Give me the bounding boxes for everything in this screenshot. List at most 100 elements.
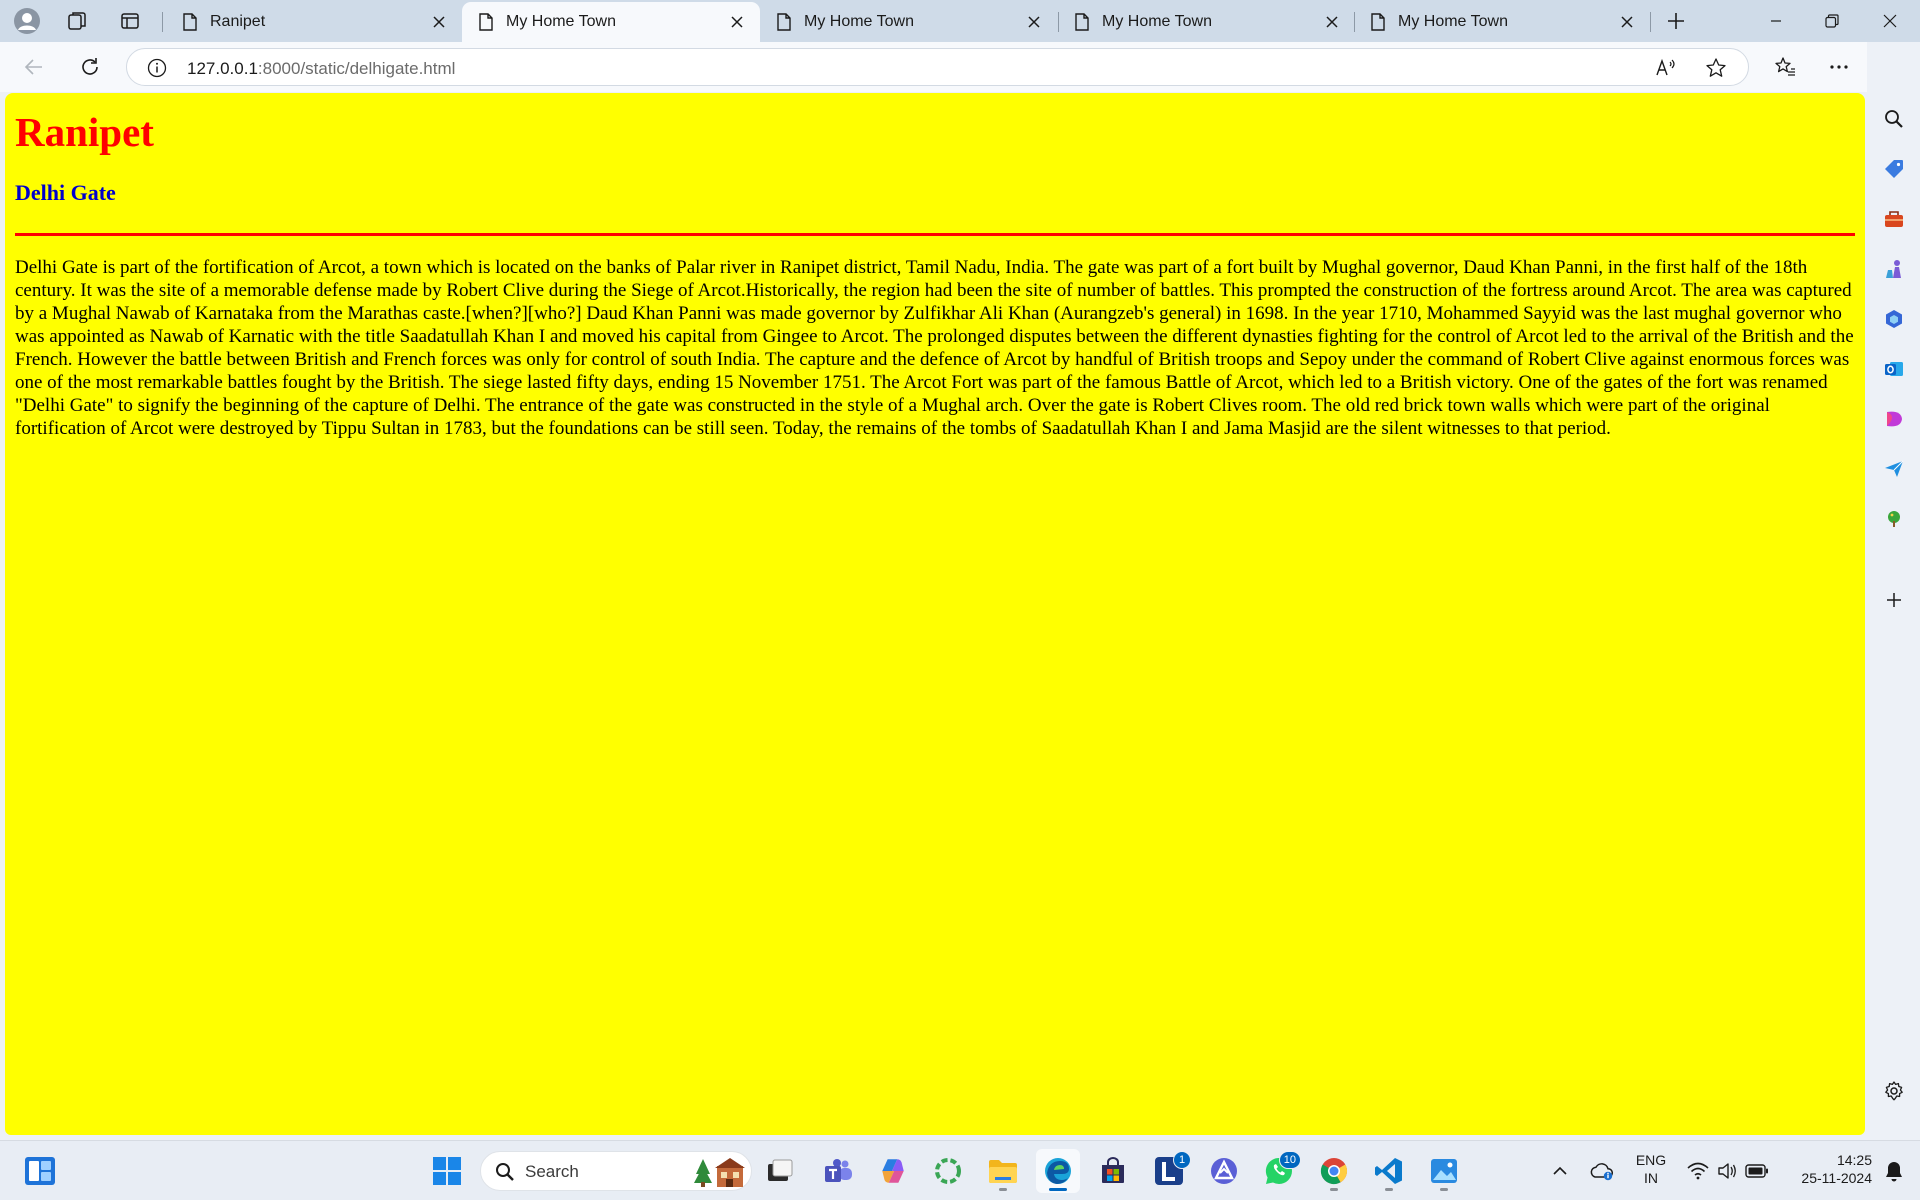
- tab-close-button[interactable]: [1321, 11, 1343, 33]
- taskbar-edge[interactable]: [1036, 1149, 1080, 1193]
- notification-center-button[interactable]: [1874, 1149, 1914, 1193]
- tab-title: Ranipet: [210, 13, 266, 30]
- region-code: IN: [1644, 1170, 1658, 1186]
- clock-button[interactable]: 14:25 25-11-2024: [1782, 1151, 1872, 1187]
- tab-title: My Home Town: [804, 13, 914, 30]
- wifi-icon: [1687, 1162, 1709, 1180]
- sidebar-games-button[interactable]: [1875, 250, 1913, 288]
- favorites-button[interactable]: [1765, 47, 1805, 87]
- url-host: 127.0.0.1: [187, 59, 258, 78]
- sidebar-tree-button[interactable]: [1875, 500, 1913, 538]
- taskbar-lens[interactable]: 1: [1147, 1149, 1191, 1193]
- tab-close-button[interactable]: [1023, 11, 1045, 33]
- restore-button[interactable]: [1804, 0, 1860, 42]
- windows-logo-icon: [433, 1157, 461, 1185]
- close-window-button[interactable]: [1862, 0, 1918, 42]
- tab-close-button[interactable]: [428, 11, 450, 33]
- running-indicator: [1440, 1188, 1448, 1191]
- close-icon: [1326, 16, 1338, 28]
- sidebar-designer-button[interactable]: [1875, 400, 1913, 438]
- minimize-button[interactable]: [1748, 0, 1804, 42]
- workspaces-icon: [68, 12, 86, 30]
- language-code: ENG: [1635, 1152, 1667, 1168]
- taskbar-vscode[interactable]: [1367, 1149, 1411, 1193]
- refresh-button[interactable]: [70, 47, 110, 87]
- store-icon: [1102, 1157, 1124, 1183]
- tab-ranipet[interactable]: Ranipet: [166, 2, 462, 42]
- new-tab-button[interactable]: [1658, 3, 1694, 39]
- sidebar-shopping-button[interactable]: [1875, 150, 1913, 188]
- taskbar-store[interactable]: [1091, 1149, 1135, 1193]
- tab-separator: [162, 12, 163, 32]
- page-icon: [1075, 13, 1089, 31]
- tab-my-home-town-active[interactable]: My Home Town: [462, 2, 760, 42]
- taskbar-cycle-app[interactable]: [926, 1149, 970, 1193]
- close-icon: [1028, 16, 1040, 28]
- tab-my-home-town-2[interactable]: My Home Town: [760, 2, 1057, 42]
- read-aloud-icon: [1656, 58, 1675, 76]
- page-viewport: Ranipet Delhi Gate Delhi Gate is part of…: [5, 93, 1865, 1135]
- info-icon: [147, 58, 167, 78]
- tab-my-home-town-4[interactable]: My Home Town: [1354, 2, 1650, 42]
- sidebar-send-button[interactable]: [1875, 450, 1913, 488]
- tab-close-button[interactable]: [726, 11, 748, 33]
- taskbar-whatsapp[interactable]: 10: [1257, 1149, 1301, 1193]
- taskbar-copilot[interactable]: [871, 1149, 915, 1193]
- clock-time: 14:25: [1836, 1152, 1872, 1168]
- sidebar-settings-button[interactable]: [1875, 1072, 1913, 1110]
- read-aloud-button[interactable]: [1655, 57, 1677, 84]
- taskbar-task-view[interactable]: [758, 1149, 802, 1193]
- shopping-tag-icon: [1885, 160, 1903, 178]
- show-hidden-icons-button[interactable]: [1540, 1149, 1580, 1193]
- taskbar-vpn[interactable]: [1202, 1149, 1246, 1193]
- plus-icon: [1668, 13, 1684, 29]
- start-button[interactable]: [425, 1149, 469, 1193]
- tab-separator: [1650, 12, 1651, 32]
- back-button[interactable]: [14, 47, 54, 87]
- url-text[interactable]: 127.0.0.1:8000/static/delhigate.html: [187, 59, 455, 79]
- profile-button[interactable]: [9, 3, 45, 39]
- browser-toolbar: 127.0.0.1:8000/static/delhigate.html: [0, 42, 1920, 92]
- sidebar-search-button[interactable]: [1875, 100, 1913, 138]
- more-dots-icon: [1830, 65, 1848, 69]
- paper-plane-icon: [1885, 460, 1904, 477]
- address-bar[interactable]: 127.0.0.1:8000/static/delhigate.html: [126, 48, 1749, 86]
- taskbar-teams[interactable]: [816, 1149, 860, 1193]
- taskbar-photos[interactable]: [1422, 1149, 1466, 1193]
- notification-badge: 10: [1278, 1151, 1301, 1169]
- onedrive-button[interactable]: [1582, 1149, 1622, 1193]
- vertical-tabs-icon: [121, 13, 139, 29]
- designer-icon: [1887, 411, 1902, 427]
- favorite-button[interactable]: [1705, 57, 1727, 84]
- battery-icon: [1745, 1164, 1768, 1178]
- page-icon: [777, 13, 791, 31]
- sidebar-add-button[interactable]: [1875, 581, 1913, 619]
- sidebar-outlook-button[interactable]: [1875, 350, 1913, 388]
- tab-close-button[interactable]: [1616, 11, 1638, 33]
- tab-actions-button[interactable]: [112, 3, 148, 39]
- workspaces-button[interactable]: [59, 3, 95, 39]
- favorites-icon: [1775, 57, 1795, 76]
- taskbar-file-explorer[interactable]: [981, 1149, 1025, 1193]
- sidebar-microsoft365-button[interactable]: [1875, 300, 1913, 338]
- teams-icon: [825, 1159, 852, 1182]
- star-icon: [1706, 58, 1726, 77]
- widgets-button[interactable]: [18, 1149, 62, 1193]
- notification-badge: 1: [1173, 1151, 1191, 1169]
- sidebar-tools-button[interactable]: [1875, 200, 1913, 238]
- m365-icon: [1886, 310, 1902, 328]
- windows-taskbar: Search 1 10 ENG IN 14:25 25-11-2024: [0, 1140, 1920, 1200]
- restore-icon: [1825, 14, 1839, 28]
- triangle-app-icon: [1211, 1158, 1237, 1184]
- outlook-icon: [1885, 362, 1903, 376]
- tab-strip: Ranipet My Home Town My Home Town My Hom…: [0, 0, 1920, 42]
- bell-icon: [1886, 1162, 1902, 1182]
- language-indicator[interactable]: ENG IN: [1630, 1151, 1672, 1187]
- settings-and-more-button[interactable]: [1819, 47, 1859, 87]
- taskbar-chrome[interactable]: [1312, 1149, 1356, 1193]
- taskbar-search[interactable]: Search: [480, 1151, 752, 1191]
- tab-my-home-town-3[interactable]: My Home Town: [1058, 2, 1355, 42]
- site-info-button[interactable]: [147, 58, 167, 83]
- running-indicator: [1385, 1188, 1393, 1191]
- quick-settings-button[interactable]: [1682, 1149, 1774, 1193]
